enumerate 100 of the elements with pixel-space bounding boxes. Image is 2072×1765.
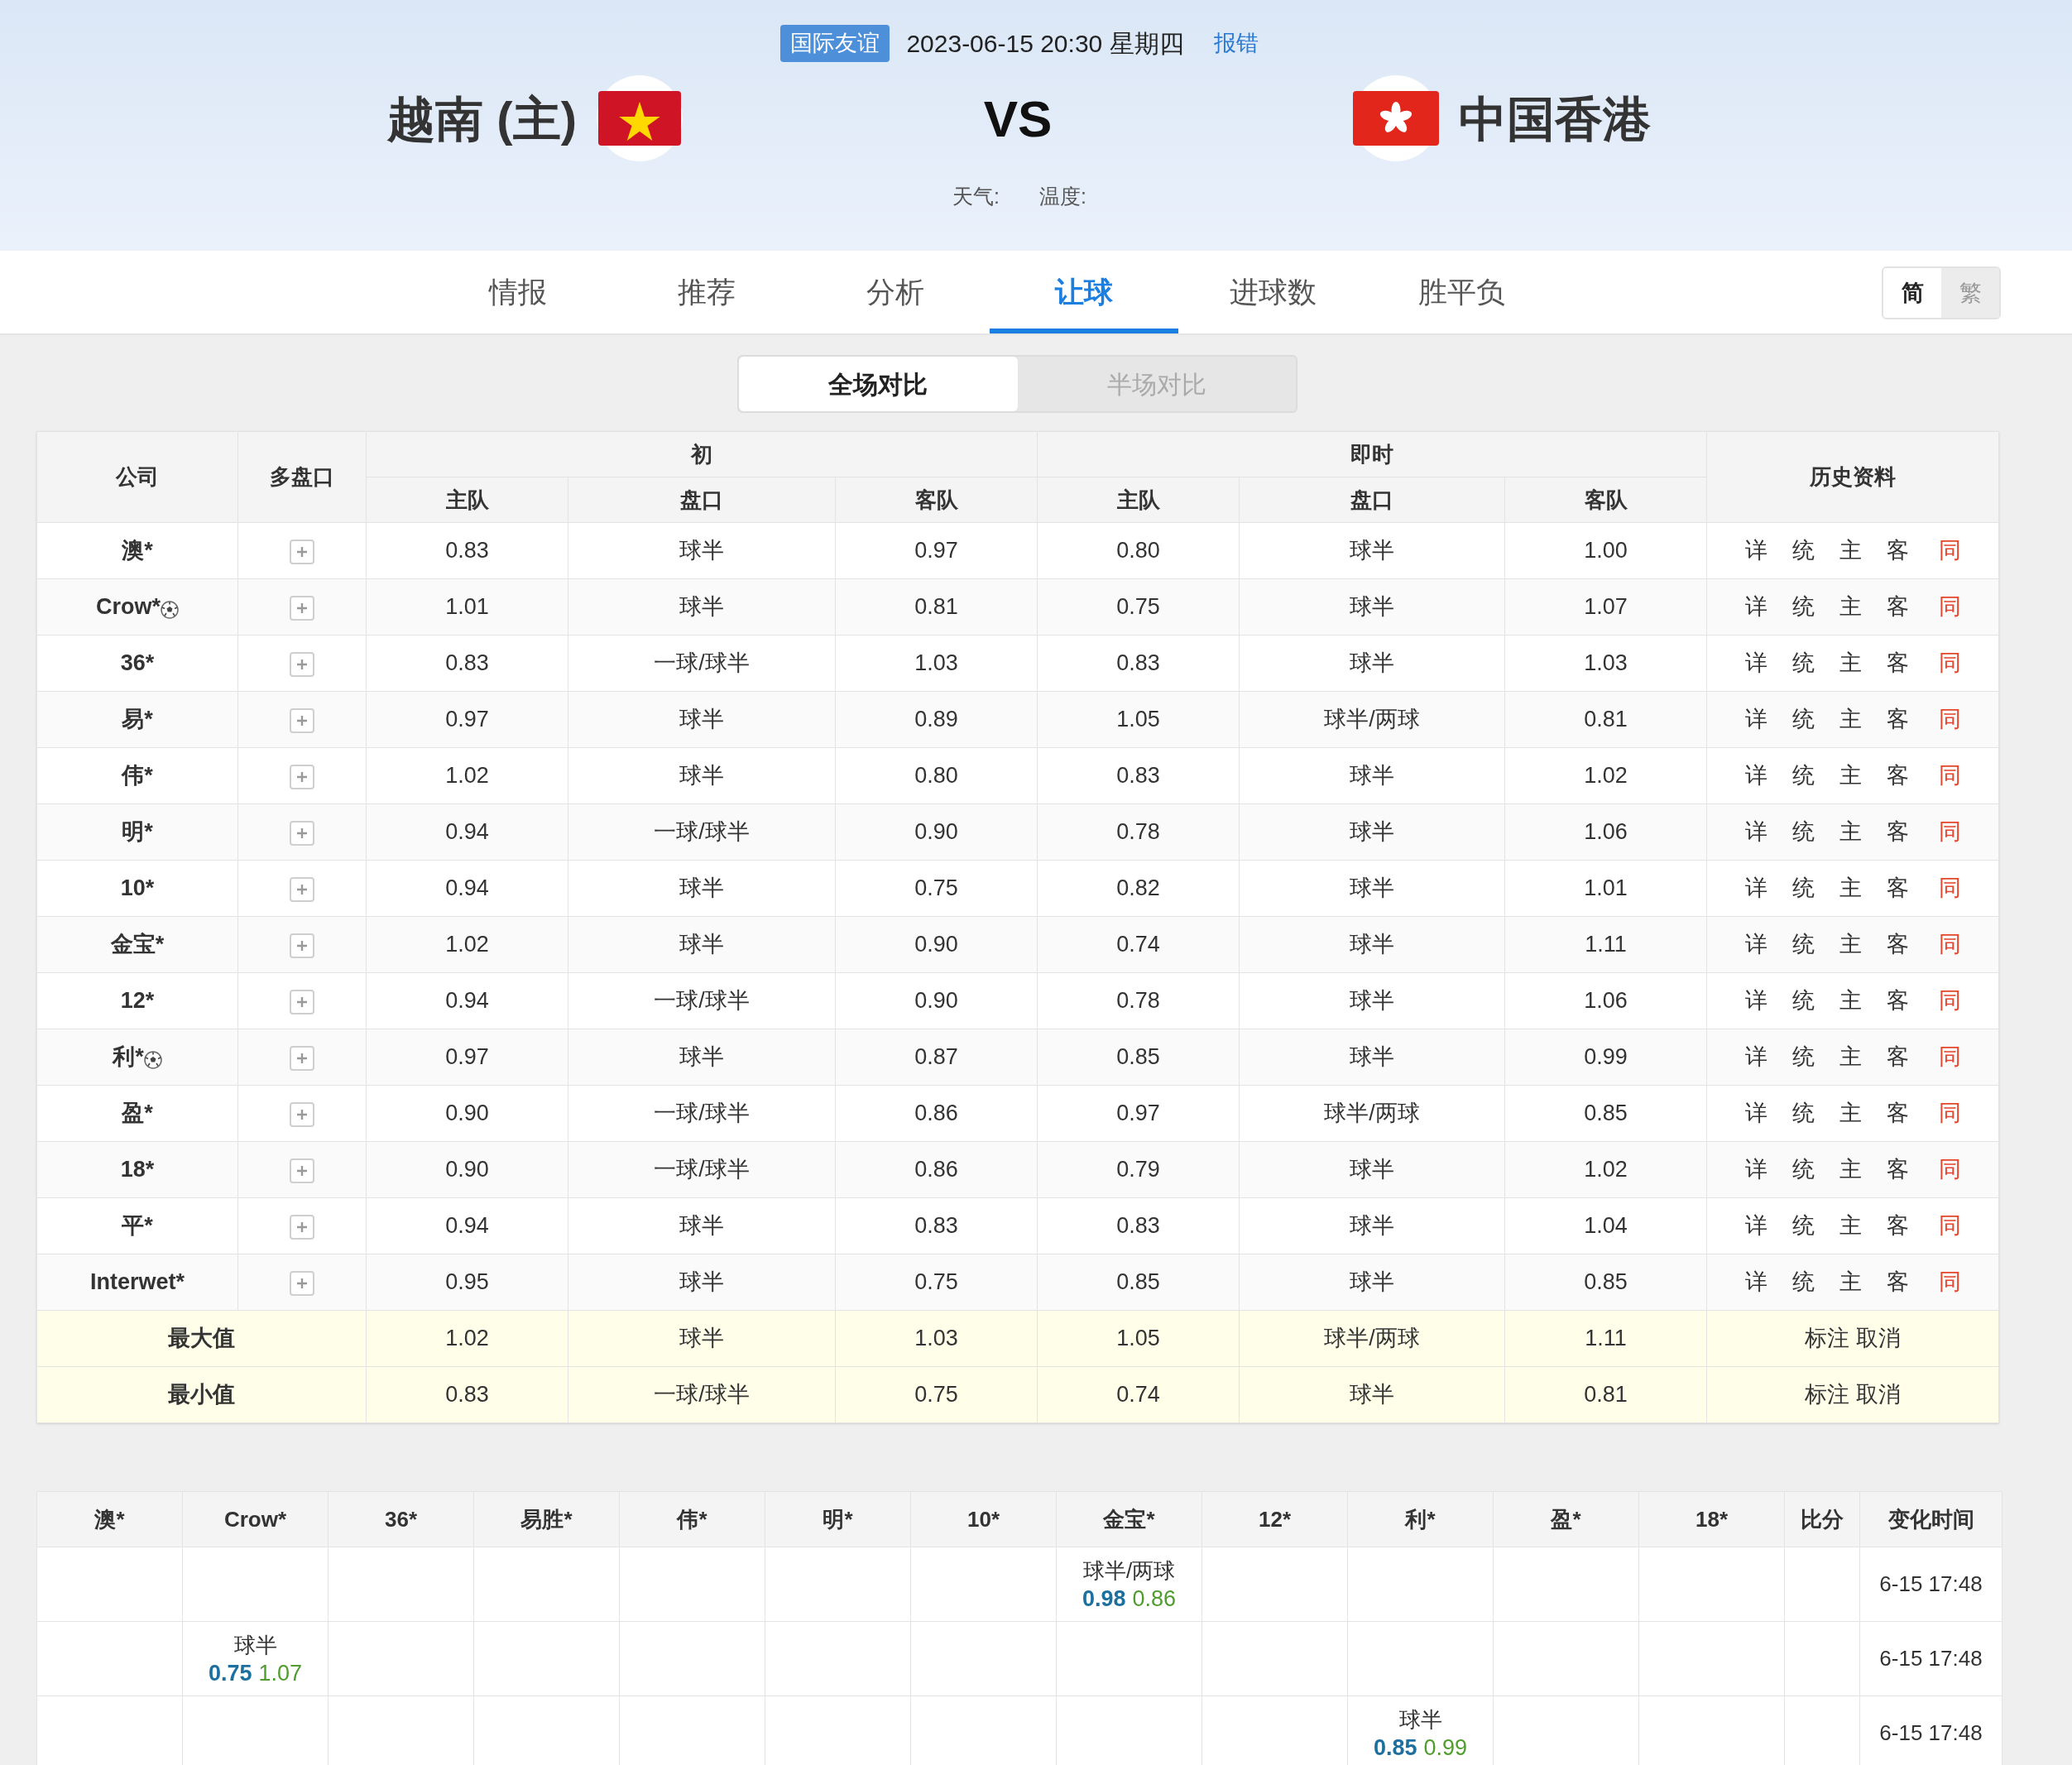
history-link[interactable]: 同	[1938, 1209, 1961, 1243]
plus-icon	[295, 1277, 309, 1291]
action-link[interactable]: 取消	[1856, 1321, 1901, 1355]
history-link[interactable]: 同	[1938, 646, 1961, 680]
expand-button[interactable]	[290, 877, 314, 903]
history-link[interactable]: 主	[1839, 871, 1862, 905]
history-link[interactable]: 统	[1791, 1153, 1815, 1187]
history-link[interactable]: 主	[1839, 534, 1862, 568]
history-link[interactable]: 客	[1886, 984, 1909, 1018]
expand-button[interactable]	[290, 765, 314, 790]
tab[interactable]: 胜平负	[1367, 251, 1556, 333]
history-link[interactable]: 客	[1886, 534, 1909, 568]
expand-button[interactable]	[290, 596, 314, 621]
tab[interactable]: 推荐	[612, 251, 801, 333]
history-link[interactable]: 详	[1744, 815, 1767, 849]
history-link[interactable]: 主	[1839, 590, 1862, 624]
history-link[interactable]: 详	[1744, 703, 1767, 736]
odds-cell: 0.99	[1504, 1029, 1707, 1086]
history-link[interactable]: 主	[1839, 1265, 1862, 1299]
history-link[interactable]: 详	[1744, 1040, 1767, 1074]
history-link[interactable]: 同	[1938, 928, 1961, 962]
history-link[interactable]: 详	[1744, 928, 1767, 962]
action-link[interactable]: 取消	[1856, 1378, 1901, 1412]
history-link[interactable]: 客	[1886, 928, 1909, 962]
history-link[interactable]: 主	[1839, 1040, 1862, 1074]
history-link[interactable]: 同	[1938, 871, 1961, 905]
history-link[interactable]: 客	[1886, 1209, 1909, 1243]
summary-label: 最大值	[36, 1310, 367, 1367]
history-link[interactable]: 客	[1886, 1265, 1909, 1299]
history-link[interactable]: 主	[1839, 928, 1862, 962]
history-link[interactable]: 客	[1886, 1040, 1909, 1074]
history-link[interactable]: 主	[1839, 984, 1862, 1018]
history-link[interactable]: 客	[1886, 703, 1909, 736]
history-link[interactable]: 客	[1886, 646, 1909, 680]
history-link[interactable]: 同	[1938, 534, 1961, 568]
expand-button[interactable]	[290, 1215, 314, 1240]
expand-button[interactable]	[290, 933, 314, 959]
history-link[interactable]: 统	[1791, 759, 1815, 793]
column-header: 金宝*	[1056, 1491, 1202, 1547]
history-link[interactable]: 同	[1938, 1040, 1961, 1074]
history-link[interactable]: 统	[1791, 928, 1815, 962]
history-link[interactable]: 统	[1791, 1265, 1815, 1299]
history-link[interactable]: 详	[1744, 1209, 1767, 1243]
history-link[interactable]: 客	[1886, 759, 1909, 793]
expand-button[interactable]	[290, 990, 314, 1015]
history-link[interactable]: 详	[1744, 1096, 1767, 1130]
tab[interactable]: 情报	[424, 251, 612, 333]
history-link[interactable]: 客	[1886, 1096, 1909, 1130]
tab[interactable]: 让球	[990, 251, 1178, 333]
history-link[interactable]: 主	[1839, 1209, 1862, 1243]
expand-button[interactable]	[290, 1046, 314, 1072]
history-link[interactable]: 详	[1744, 871, 1767, 905]
history-link[interactable]: 详	[1744, 590, 1767, 624]
tab[interactable]: 分析	[801, 251, 990, 333]
compare-toggle-option[interactable]: 全场对比	[739, 357, 1018, 411]
history-link[interactable]: 主	[1839, 1096, 1862, 1130]
expand-button[interactable]	[290, 821, 314, 847]
expand-button[interactable]	[290, 1158, 314, 1184]
history-link[interactable]: 详	[1744, 1153, 1767, 1187]
history-link[interactable]: 统	[1791, 1096, 1815, 1130]
tab[interactable]: 进球数	[1178, 251, 1367, 333]
history-link[interactable]: 详	[1744, 984, 1767, 1018]
history-link[interactable]: 统	[1791, 1040, 1815, 1074]
history-link[interactable]: 统	[1791, 590, 1815, 624]
history-link[interactable]: 统	[1791, 703, 1815, 736]
history-link[interactable]: 同	[1938, 759, 1961, 793]
history-link[interactable]: 同	[1938, 984, 1961, 1018]
history-link[interactable]: 详	[1744, 759, 1767, 793]
history-link[interactable]: 主	[1839, 815, 1862, 849]
history-link[interactable]: 同	[1938, 815, 1961, 849]
history-link[interactable]: 主	[1839, 1153, 1862, 1187]
history-link[interactable]: 统	[1791, 815, 1815, 849]
history-link[interactable]: 统	[1791, 871, 1815, 905]
history-link[interactable]: 同	[1938, 1153, 1961, 1187]
expand-button[interactable]	[290, 1271, 314, 1297]
history-link[interactable]: 统	[1791, 534, 1815, 568]
report-error-link[interactable]: 报错	[1213, 26, 1259, 60]
history-link[interactable]: 详	[1744, 646, 1767, 680]
history-link[interactable]: 客	[1886, 871, 1909, 905]
history-link[interactable]: 客	[1886, 590, 1909, 624]
history-link[interactable]: 主	[1839, 646, 1862, 680]
history-link[interactable]: 统	[1791, 646, 1815, 680]
expand-button[interactable]	[290, 708, 314, 734]
expand-button[interactable]	[290, 652, 314, 678]
expand-button[interactable]	[290, 540, 314, 565]
history-link[interactable]: 主	[1839, 703, 1862, 736]
action-link[interactable]: 标注	[1805, 1378, 1849, 1412]
history-link[interactable]: 客	[1886, 1153, 1909, 1187]
action-link[interactable]: 标注	[1805, 1321, 1849, 1355]
history-link[interactable]: 同	[1938, 1265, 1961, 1299]
history-link[interactable]: 客	[1886, 815, 1909, 849]
history-link[interactable]: 同	[1938, 703, 1961, 736]
history-link[interactable]: 主	[1839, 759, 1862, 793]
history-link[interactable]: 同	[1938, 590, 1961, 624]
history-link[interactable]: 同	[1938, 1096, 1961, 1130]
history-link[interactable]: 详	[1744, 534, 1767, 568]
history-link[interactable]: 统	[1791, 984, 1815, 1018]
history-link[interactable]: 详	[1744, 1265, 1767, 1299]
expand-button[interactable]	[290, 1102, 314, 1128]
history-link[interactable]: 统	[1791, 1209, 1815, 1243]
